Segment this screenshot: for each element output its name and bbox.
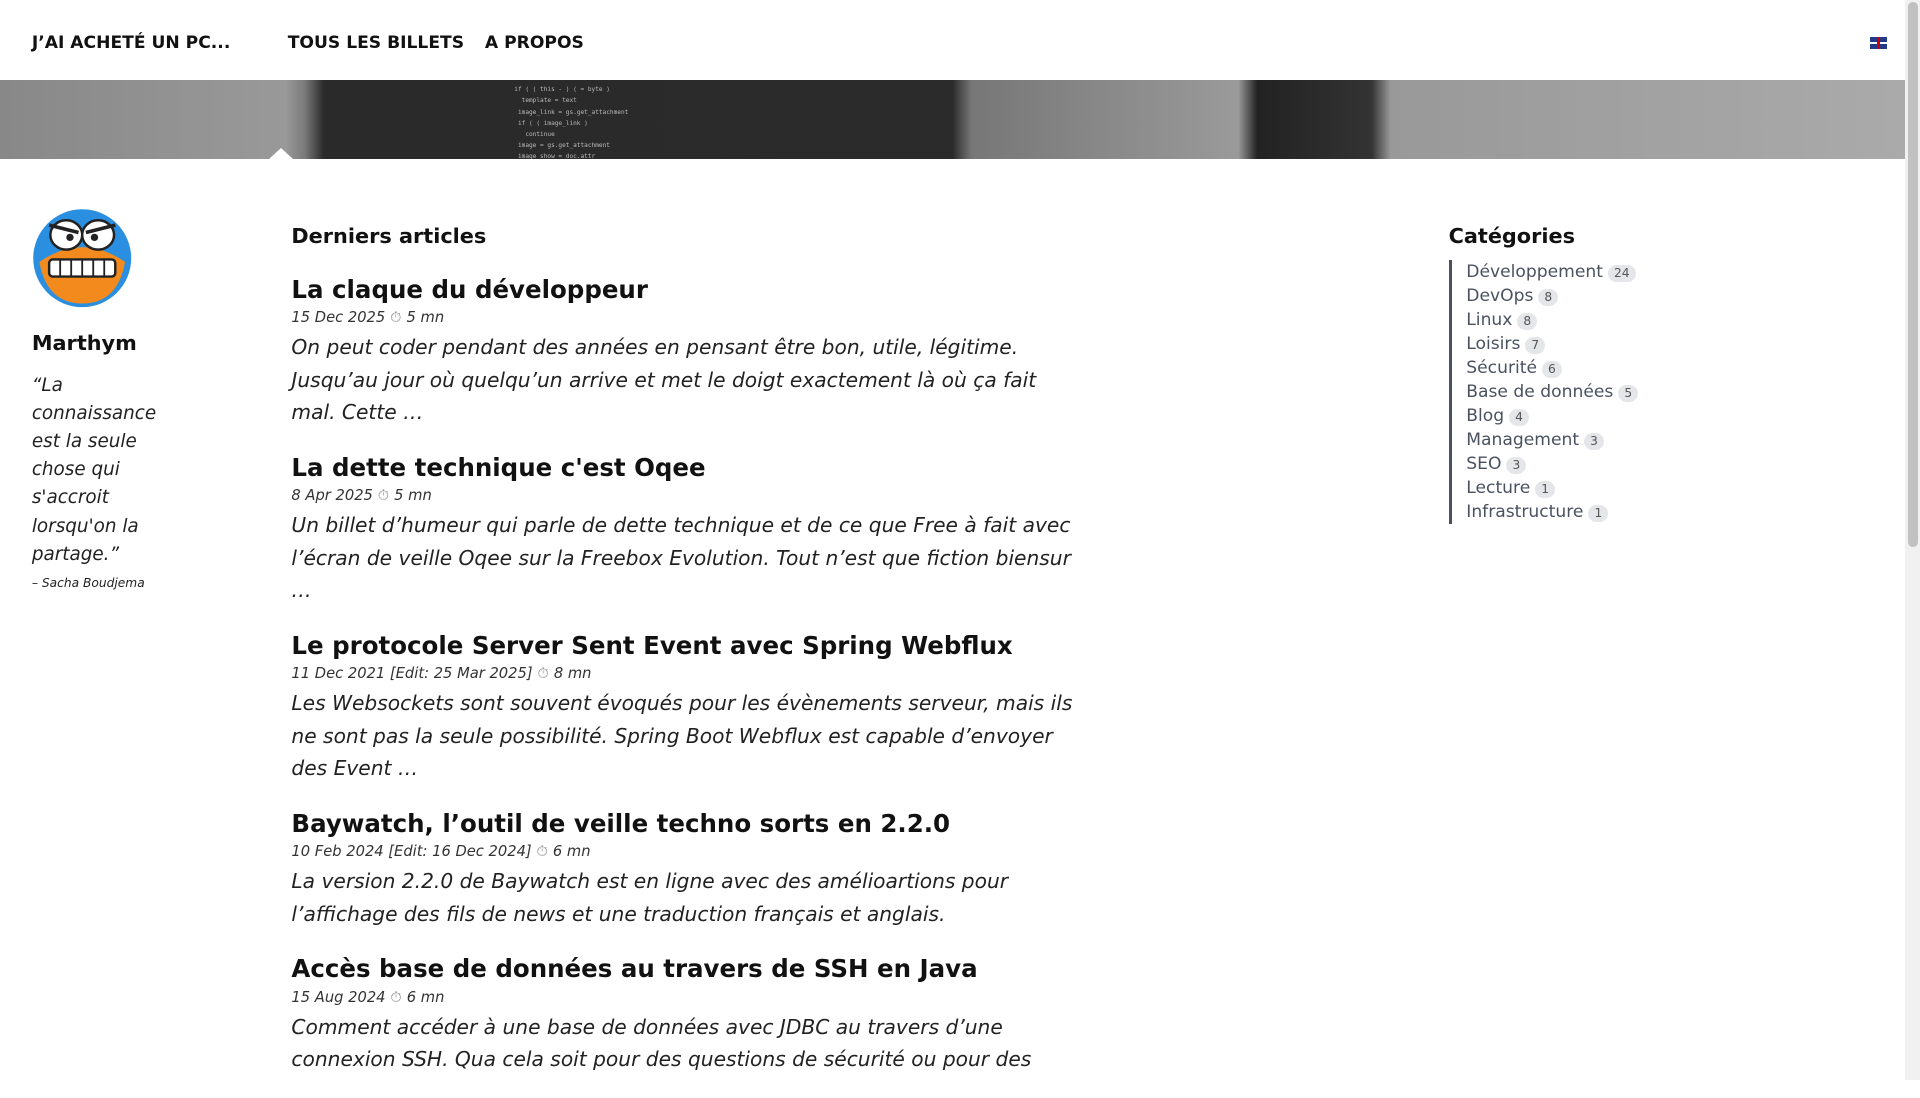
hero-code-image: if ( ( this - ) ( = byte ) template = te… — [514, 86, 629, 160]
category-count-badge: 24 — [1607, 265, 1636, 283]
category-link[interactable]: Management 3 — [1466, 428, 1638, 452]
category-count-badge: 3 — [1583, 433, 1604, 451]
categories-list: Développement 24 DevOps 8 Linux 8 Loisirs 7 Sécu… — [1448, 260, 1639, 525]
post-date: 15 Dec 2025 — [291, 309, 386, 327]
post-item: Accès base de données au travers de SSH … — [291, 952, 1075, 1076]
post-meta: 15 Dec 2025 ⏱ 5 mn — [291, 309, 1075, 326]
read-time: 8 mn — [553, 665, 592, 683]
categories-heading: Catégories — [1448, 224, 1575, 249]
avatar — [33, 209, 132, 308]
quote-source: – Sacha Boudjema — [31, 576, 145, 591]
category-link[interactable]: Linux 8 — [1466, 308, 1638, 332]
category-label: Infrastructure — [1466, 502, 1584, 523]
category-count-badge: 3 — [1506, 457, 1527, 475]
category-label: Blog — [1466, 406, 1505, 427]
category-count-badge: 4 — [1509, 409, 1530, 427]
category-link[interactable]: Développement 24 — [1466, 260, 1638, 284]
category-count-badge: 8 — [1538, 289, 1559, 307]
category-count-badge: 5 — [1618, 385, 1639, 403]
post-excerpt: La version 2.2.0 de Baywatch est en lign… — [291, 869, 1009, 926]
post-excerpt: On peut coder pendant des années en pens… — [291, 335, 1037, 425]
category-link[interactable]: Lecture 1 — [1466, 476, 1638, 500]
clock-icon: ⏱ — [390, 309, 402, 327]
author-quote: “La connaissance est la seule chose qui … — [31, 374, 157, 565]
post-excerpt: Les Websockets sont souvent évoqués pour… — [291, 691, 1073, 781]
section-heading: Derniers articles — [291, 224, 487, 249]
nav-all-posts[interactable]: TOUS LES BILLETS — [288, 33, 464, 53]
nav-about[interactable]: A PROPOS — [485, 33, 584, 53]
post-excerpt: Un billet d’humeur qui parle de dette te… — [291, 513, 1071, 603]
post-item: Baywatch, l’outil de veille techno sorts… — [291, 807, 1075, 931]
category-link[interactable]: Infrastructure 1 — [1466, 500, 1638, 524]
category-link[interactable]: SEO 3 — [1466, 452, 1638, 476]
category-label: Loisirs — [1466, 334, 1521, 355]
category-count-badge: 1 — [1588, 505, 1609, 523]
clock-icon: ⏱ — [377, 487, 390, 505]
post-meta: 10 Feb 2024 [Edit: 16 Dec 2024] ⏱ 6 mn — [291, 843, 1075, 860]
category-label: Lecture — [1466, 478, 1531, 499]
category-count-badge: 6 — [1541, 361, 1562, 379]
category-link[interactable]: Blog 4 — [1466, 404, 1638, 428]
read-time: 5 mn — [394, 487, 432, 505]
post-title-link[interactable]: La dette technique c'est Oqee — [291, 451, 1075, 485]
scrollbar-thumb[interactable] — [1907, 2, 1918, 548]
post-title-link[interactable]: Le protocole Server Sent Event avec Spri… — [291, 629, 1075, 663]
read-time: 5 mn — [406, 309, 445, 327]
read-time: 6 mn — [552, 843, 591, 861]
post-title-link[interactable]: La claque du développeur — [291, 273, 1075, 307]
clock-icon: ⏱ — [536, 843, 549, 861]
read-time: 6 mn — [406, 988, 445, 1006]
category-label: SEO — [1466, 454, 1502, 475]
category-label: Base de données — [1466, 382, 1614, 403]
category-count-badge: 7 — [1525, 337, 1546, 355]
post-title-link[interactable]: Accès base de données au travers de SSH … — [291, 952, 1075, 986]
category-link[interactable]: Sécurité 6 — [1466, 356, 1638, 380]
category-link[interactable]: Base de données 5 — [1466, 380, 1639, 404]
post-excerpt: Comment accéder à une base de données av… — [291, 1014, 1032, 1072]
post-date: 8 Apr 2025 — [291, 487, 373, 505]
category-label: Management — [1466, 430, 1580, 451]
post-item: La claque du développeur 15 Dec 2025 ⏱ 5 m… — [291, 273, 1075, 429]
post-title-link[interactable]: Baywatch, l’outil de veille techno sorts… — [291, 807, 1075, 841]
post-meta: 8 Apr 2025 ⏱ 5 mn — [291, 487, 1075, 504]
post-date: 11 Dec 2021 [Edit: 25 Mar 2025] — [291, 665, 533, 683]
post-date: 15 Aug 2024 — [291, 988, 386, 1006]
author-card: Marthym “La connaissance est la seule ch… — [32, 208, 167, 590]
category-link[interactable]: DevOps 8 — [1466, 284, 1638, 308]
latest-articles: Derniers articles La claque du développe… — [291, 224, 1075, 1098]
category-label: Développement — [1466, 262, 1603, 283]
brand-link[interactable]: J’AI ACHETÉ UN PC... — [32, 33, 231, 53]
post-item: Le protocole Server Sent Event avec Spri… — [291, 629, 1075, 785]
post-date: 10 Feb 2024 [Edit: 16 Dec 2024] — [291, 843, 532, 861]
clock-icon: ⏱ — [537, 665, 549, 683]
category-count-badge: 8 — [1517, 313, 1538, 331]
categories-panel: Catégories Développement 24 DevOps 8 Linux 8 L… — [1448, 224, 1639, 525]
uk-flag-icon[interactable] — [1869, 36, 1887, 49]
post-item: La dette technique c'est Oqee 8 Apr 2025… — [291, 451, 1075, 607]
category-label: DevOps — [1466, 286, 1534, 307]
top-nav: J’AI ACHETÉ UN PC... TOUS LES BILLETS A … — [0, 0, 1920, 80]
post-meta: 15 Aug 2024 ⏱ 6 mn — [291, 989, 1075, 1006]
category-count-badge: 1 — [1535, 481, 1556, 499]
category-label: Sécurité — [1466, 358, 1537, 379]
category-link[interactable]: Loisirs 7 — [1466, 332, 1638, 356]
category-label: Linux — [1466, 310, 1513, 331]
post-meta: 11 Dec 2021 [Edit: 25 Mar 2025] ⏱ 8 mn — [291, 665, 1075, 682]
author-name: Marthym — [31, 330, 137, 355]
hero-notch — [269, 148, 294, 160]
clock-icon: ⏱ — [390, 988, 402, 1006]
